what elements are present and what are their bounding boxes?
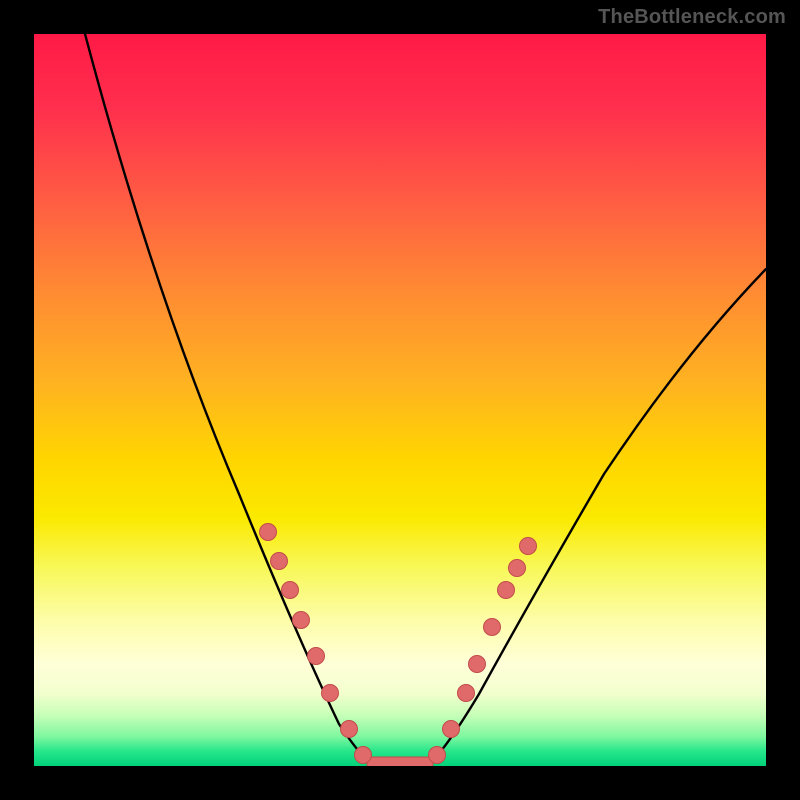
marker-dot — [429, 747, 446, 764]
marker-dot — [271, 553, 288, 570]
curve-left-branch — [85, 34, 371, 764]
marker-dot — [293, 612, 310, 629]
marker-dot — [498, 582, 515, 599]
curve-right-branch — [429, 269, 766, 764]
watermark-text: TheBottleneck.com — [598, 6, 786, 29]
chart-stage: TheBottleneck.com — [0, 0, 800, 800]
marker-dot — [520, 538, 537, 555]
chart-svg — [34, 34, 766, 766]
flat-bottom-marker — [367, 757, 433, 766]
plot-area — [34, 34, 766, 766]
marker-dot — [308, 648, 325, 665]
marker-dot — [282, 582, 299, 599]
marker-dot — [341, 721, 358, 738]
marker-dot — [355, 747, 372, 764]
marker-dot — [509, 560, 526, 577]
marker-dot — [322, 685, 339, 702]
marker-dot — [469, 656, 486, 673]
marker-dot — [443, 721, 460, 738]
marker-dot — [260, 524, 277, 541]
marker-dot — [484, 619, 501, 636]
marker-dot — [458, 685, 475, 702]
